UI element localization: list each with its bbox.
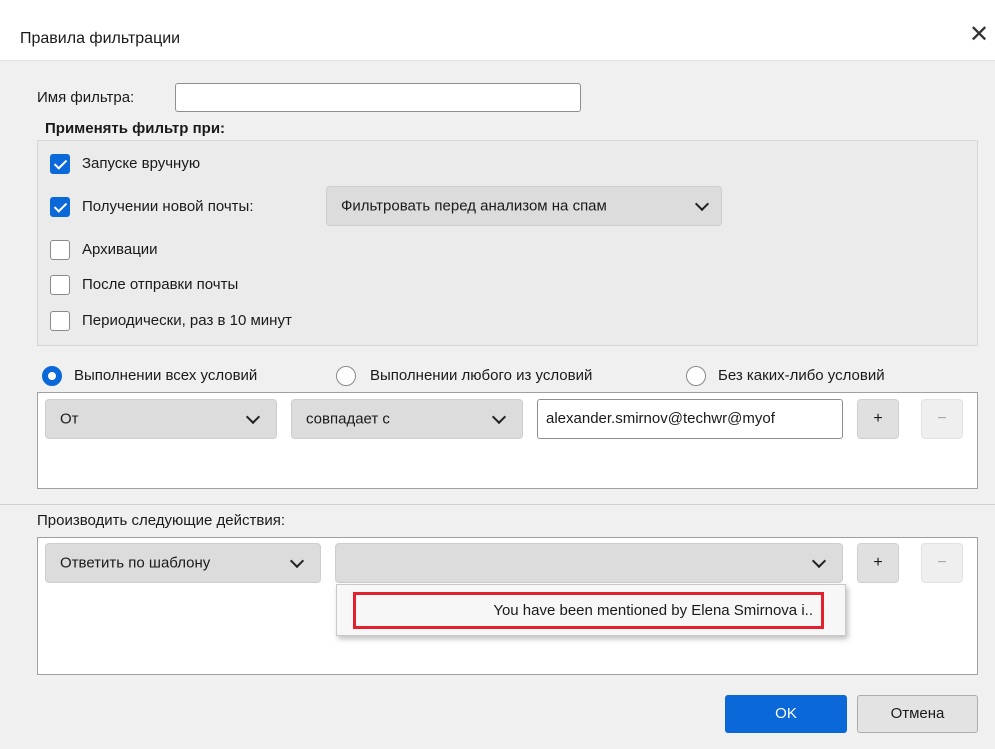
archive-label: Архивации bbox=[82, 241, 158, 258]
new-mail-mode-value: Фильтровать перед анализом на спам bbox=[341, 197, 607, 215]
condition-value-input[interactable]: alexander.smirnov@techwr@myof bbox=[537, 399, 843, 439]
add-action-button[interactable]: + bbox=[857, 543, 899, 583]
action-type-value: Ответить по шаблону bbox=[60, 554, 211, 572]
condition-field-value: От bbox=[60, 410, 79, 428]
periodic-label: Периодически, раз в 10 минут bbox=[82, 312, 292, 329]
chevron-down-icon bbox=[289, 553, 305, 569]
template-option-label: You have been mentioned by Elena Smirnov… bbox=[493, 602, 813, 619]
apply-filter-heading: Применять фильтр при: bbox=[45, 120, 226, 137]
filter-name-label: Имя фильтра: bbox=[37, 89, 135, 106]
dialog-title: Правила фильтрации bbox=[20, 30, 181, 47]
new-mail-checkbox[interactable] bbox=[50, 197, 70, 217]
match-all-radio[interactable] bbox=[42, 366, 62, 386]
archive-checkbox[interactable] bbox=[50, 240, 70, 260]
chevron-down-icon bbox=[245, 409, 261, 425]
remove-condition-button[interactable]: − bbox=[921, 399, 963, 439]
manual-run-checkbox[interactable] bbox=[50, 154, 70, 174]
ok-button-label: OK bbox=[775, 705, 797, 722]
action-type-dropdown[interactable]: Ответить по шаблону bbox=[45, 543, 321, 583]
chevron-down-icon bbox=[491, 409, 507, 425]
condition-value-text: alexander.smirnov@techwr@myof bbox=[546, 410, 775, 427]
chevron-down-icon bbox=[811, 553, 827, 569]
title-divider bbox=[0, 60, 995, 61]
title-bar: Правила фильтрации ✕ bbox=[0, 0, 995, 60]
match-any-label: Выполнении любого из условий bbox=[370, 367, 593, 384]
template-dropdown-popup: You have been mentioned by Elena Smirnov… bbox=[336, 584, 846, 636]
match-all-label: Выполнении всех условий bbox=[74, 367, 258, 384]
cancel-button[interactable]: Отмена bbox=[857, 695, 978, 733]
section-separator bbox=[0, 504, 995, 505]
match-none-label: Без каких-либо условий bbox=[718, 367, 885, 384]
actions-label: Производить следующие действия: bbox=[37, 512, 285, 529]
periodic-checkbox[interactable] bbox=[50, 311, 70, 331]
new-mail-label: Получении новой почты: bbox=[82, 198, 254, 215]
remove-action-button[interactable]: − bbox=[921, 543, 963, 583]
condition-operator-dropdown[interactable]: совпадает с bbox=[291, 399, 523, 439]
match-any-radio[interactable] bbox=[336, 366, 356, 386]
new-mail-mode-dropdown[interactable]: Фильтровать перед анализом на спам bbox=[326, 186, 722, 226]
condition-operator-value: совпадает с bbox=[306, 410, 390, 428]
cancel-button-label: Отмена bbox=[890, 705, 945, 722]
ok-button[interactable]: OK bbox=[725, 695, 847, 733]
filter-name-input[interactable] bbox=[175, 83, 581, 112]
highlighted-template-option[interactable]: You have been mentioned by Elena Smirnov… bbox=[353, 592, 824, 629]
after-send-checkbox[interactable] bbox=[50, 275, 70, 295]
template-dropdown[interactable] bbox=[335, 543, 843, 583]
manual-run-label: Запуске вручную bbox=[82, 155, 201, 172]
condition-field-dropdown[interactable]: От bbox=[45, 399, 277, 439]
add-condition-button[interactable]: + bbox=[857, 399, 899, 439]
close-icon[interactable]: ✕ bbox=[968, 22, 990, 48]
filter-rules-dialog: Правила фильтрации ✕ Имя фильтра: Примен… bbox=[0, 0, 995, 749]
chevron-down-icon bbox=[694, 196, 710, 212]
after-send-label: После отправки почты bbox=[82, 276, 239, 293]
match-none-radio[interactable] bbox=[686, 366, 706, 386]
